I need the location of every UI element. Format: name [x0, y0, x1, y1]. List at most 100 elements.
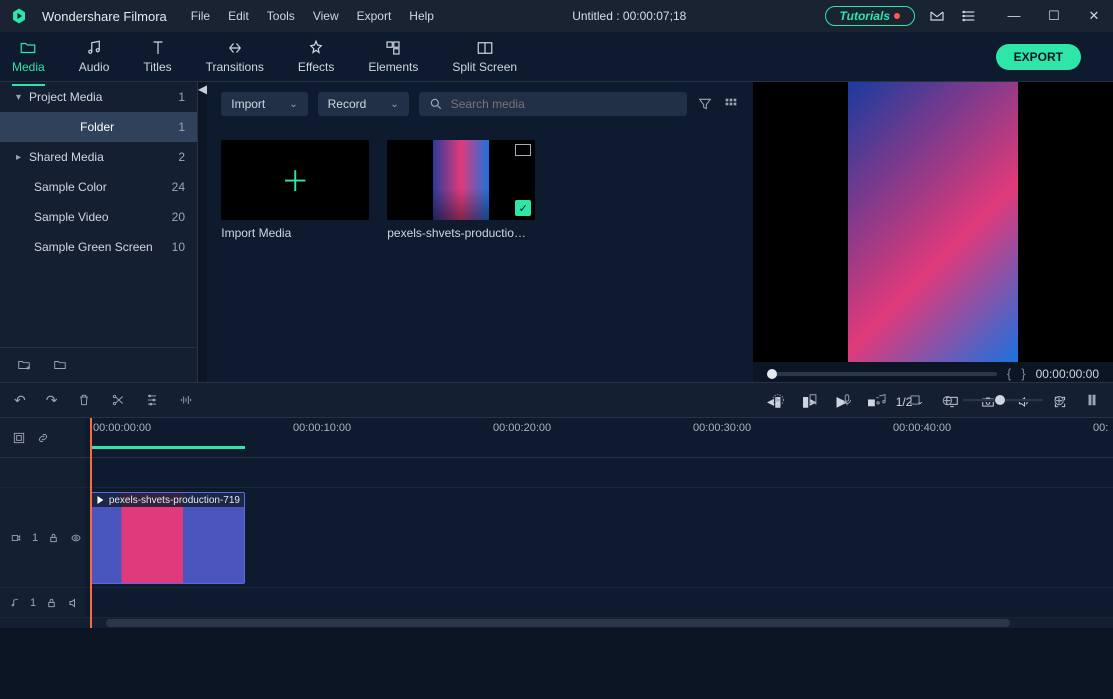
import-dropdown[interactable]: Import ⌄ — [221, 92, 307, 116]
library-item-label: Sample Video — [34, 210, 172, 224]
audio-waveform-icon[interactable] — [179, 393, 193, 407]
card-caption: Import Media — [221, 226, 369, 240]
tab-label: Effects — [298, 60, 334, 74]
library-item-shared-media[interactable]: ▸ Shared Media 2 — [0, 142, 197, 172]
menu-help[interactable]: Help — [409, 9, 434, 23]
video-badge-icon — [515, 144, 531, 156]
timeline-clip[interactable]: pexels-shvets-production-719 — [90, 492, 245, 584]
library-item-count: 1 — [178, 90, 185, 104]
menu-tools[interactable]: Tools — [267, 9, 295, 23]
zoom-knob[interactable] — [995, 395, 1005, 405]
library-item-label: Sample Green Screen — [34, 240, 172, 254]
adjust-icon[interactable] — [145, 393, 159, 407]
zoom-fit-icon[interactable] — [1085, 391, 1099, 409]
library-item-label: Folder — [16, 120, 178, 134]
library-item-count: 10 — [172, 240, 185, 254]
tab-label: Split Screen — [452, 60, 517, 74]
timeline-options-icon[interactable] — [12, 431, 26, 445]
inbox-icon[interactable] — [929, 8, 945, 24]
ruler-tick: 00:00:10:00 — [293, 422, 351, 434]
lock-icon[interactable] — [46, 597, 57, 609]
audio-lane[interactable] — [85, 588, 1113, 617]
voiceover-icon[interactable] — [840, 392, 854, 408]
tab-audio[interactable]: Audio — [79, 33, 110, 80]
mark-out-icon[interactable]: } — [1021, 366, 1025, 381]
tutorials-button[interactable]: Tutorials — [825, 6, 915, 26]
zoom-out-icon[interactable]: ⊖ — [942, 392, 954, 409]
elements-icon — [384, 39, 402, 57]
grid-view-icon[interactable] — [723, 96, 739, 112]
marker-icon[interactable] — [806, 392, 820, 408]
redo-icon[interactable]: ↷ — [46, 392, 58, 409]
scrub-knob[interactable] — [767, 369, 777, 379]
main-tabs: Media Audio Titles Transitions Effects E… — [0, 32, 1113, 82]
notification-dot-icon — [894, 13, 900, 19]
tab-transitions[interactable]: Transitions — [206, 33, 264, 80]
library-item-sample-video[interactable]: Sample Video 20 — [0, 202, 197, 232]
tab-elements[interactable]: Elements — [368, 33, 418, 80]
minimize-button[interactable]: — — [1001, 8, 1027, 24]
app-name: Wondershare Filmora — [42, 9, 167, 24]
audio-track: 1 — [0, 588, 1113, 618]
import-media-card[interactable]: ＋ Import Media — [221, 140, 369, 240]
preview-scrubber[interactable] — [767, 372, 997, 376]
titles-icon — [149, 39, 167, 57]
transitions-icon — [226, 39, 244, 57]
timeline-ruler[interactable]: 00:00:00:00 00:00:10:00 00:00:20:00 00:0… — [0, 418, 1113, 458]
dropdown-label: Record — [328, 97, 367, 111]
tab-label: Titles — [143, 60, 171, 74]
crop-icon[interactable] — [908, 393, 922, 407]
render-icon[interactable] — [770, 392, 786, 408]
ruler-tick: 00:00:00:00 — [93, 422, 151, 434]
zoom-in-icon[interactable]: ⊕ — [1053, 392, 1065, 409]
filter-icon[interactable] — [697, 96, 713, 112]
menu-export[interactable]: Export — [357, 9, 392, 23]
plus-icon: ＋ — [281, 160, 309, 200]
mute-icon[interactable] — [67, 597, 81, 609]
library-item-sample-color[interactable]: Sample Color 24 — [0, 172, 197, 202]
collapse-sidebar-icon[interactable]: ◀ — [198, 82, 207, 382]
library-item-count: 1 — [178, 120, 185, 134]
maximize-button[interactable]: ☐ — [1041, 8, 1067, 24]
window-title: Untitled : 00:00:07;18 — [448, 9, 811, 23]
timeline-scrollbar[interactable] — [0, 618, 1113, 628]
library-item-folder[interactable]: Folder 1 — [0, 112, 197, 142]
menu-view[interactable]: View — [313, 9, 339, 23]
audio-track-icon — [10, 597, 20, 609]
chevron-down-icon: ⌄ — [390, 99, 398, 110]
chevron-down-icon: ⌄ — [289, 99, 297, 110]
close-button[interactable]: ✕ — [1081, 8, 1107, 24]
search-box[interactable] — [419, 92, 687, 116]
delete-icon[interactable] — [77, 393, 91, 407]
library-item-count: 20 — [172, 210, 185, 224]
tab-effects[interactable]: Effects — [298, 33, 334, 80]
visibility-icon[interactable] — [69, 533, 83, 543]
record-dropdown[interactable]: Record ⌄ — [318, 92, 409, 116]
tab-splitscreen[interactable]: Split Screen — [452, 33, 517, 80]
preview-canvas[interactable] — [753, 82, 1113, 362]
video-lane[interactable]: pexels-shvets-production-719 — [85, 488, 1113, 587]
search-input[interactable] — [451, 97, 677, 111]
media-clip-card[interactable]: ✓ pexels-shvets-productio… — [387, 140, 535, 240]
undo-icon[interactable]: ↶ — [14, 392, 26, 409]
library-item-label: Shared Media — [29, 150, 178, 164]
split-icon[interactable] — [111, 393, 125, 407]
audio-mixer-icon[interactable] — [874, 393, 888, 407]
lock-icon[interactable] — [48, 532, 59, 544]
tab-titles[interactable]: Titles — [143, 33, 171, 80]
folder-icon[interactable] — [52, 358, 68, 372]
menu-file[interactable]: File — [191, 9, 210, 23]
zoom-slider[interactable] — [963, 399, 1043, 402]
scrollbar-thumb[interactable] — [106, 619, 1011, 627]
tab-media[interactable]: Media — [12, 33, 45, 80]
tasks-icon[interactable] — [961, 8, 977, 24]
mark-in-icon[interactable]: { — [1007, 366, 1011, 381]
export-button[interactable]: EXPORT — [996, 44, 1081, 70]
library-item-sample-green-screen[interactable]: Sample Green Screen 10 — [0, 232, 197, 262]
library-item-project-media[interactable]: ▾ Project Media 1 — [0, 82, 197, 112]
new-folder-icon[interactable] — [16, 358, 32, 372]
menu-edit[interactable]: Edit — [228, 9, 249, 23]
timeline-range — [90, 446, 245, 449]
clip-title: pexels-shvets-production-719 — [109, 495, 240, 506]
link-icon[interactable] — [36, 431, 50, 445]
